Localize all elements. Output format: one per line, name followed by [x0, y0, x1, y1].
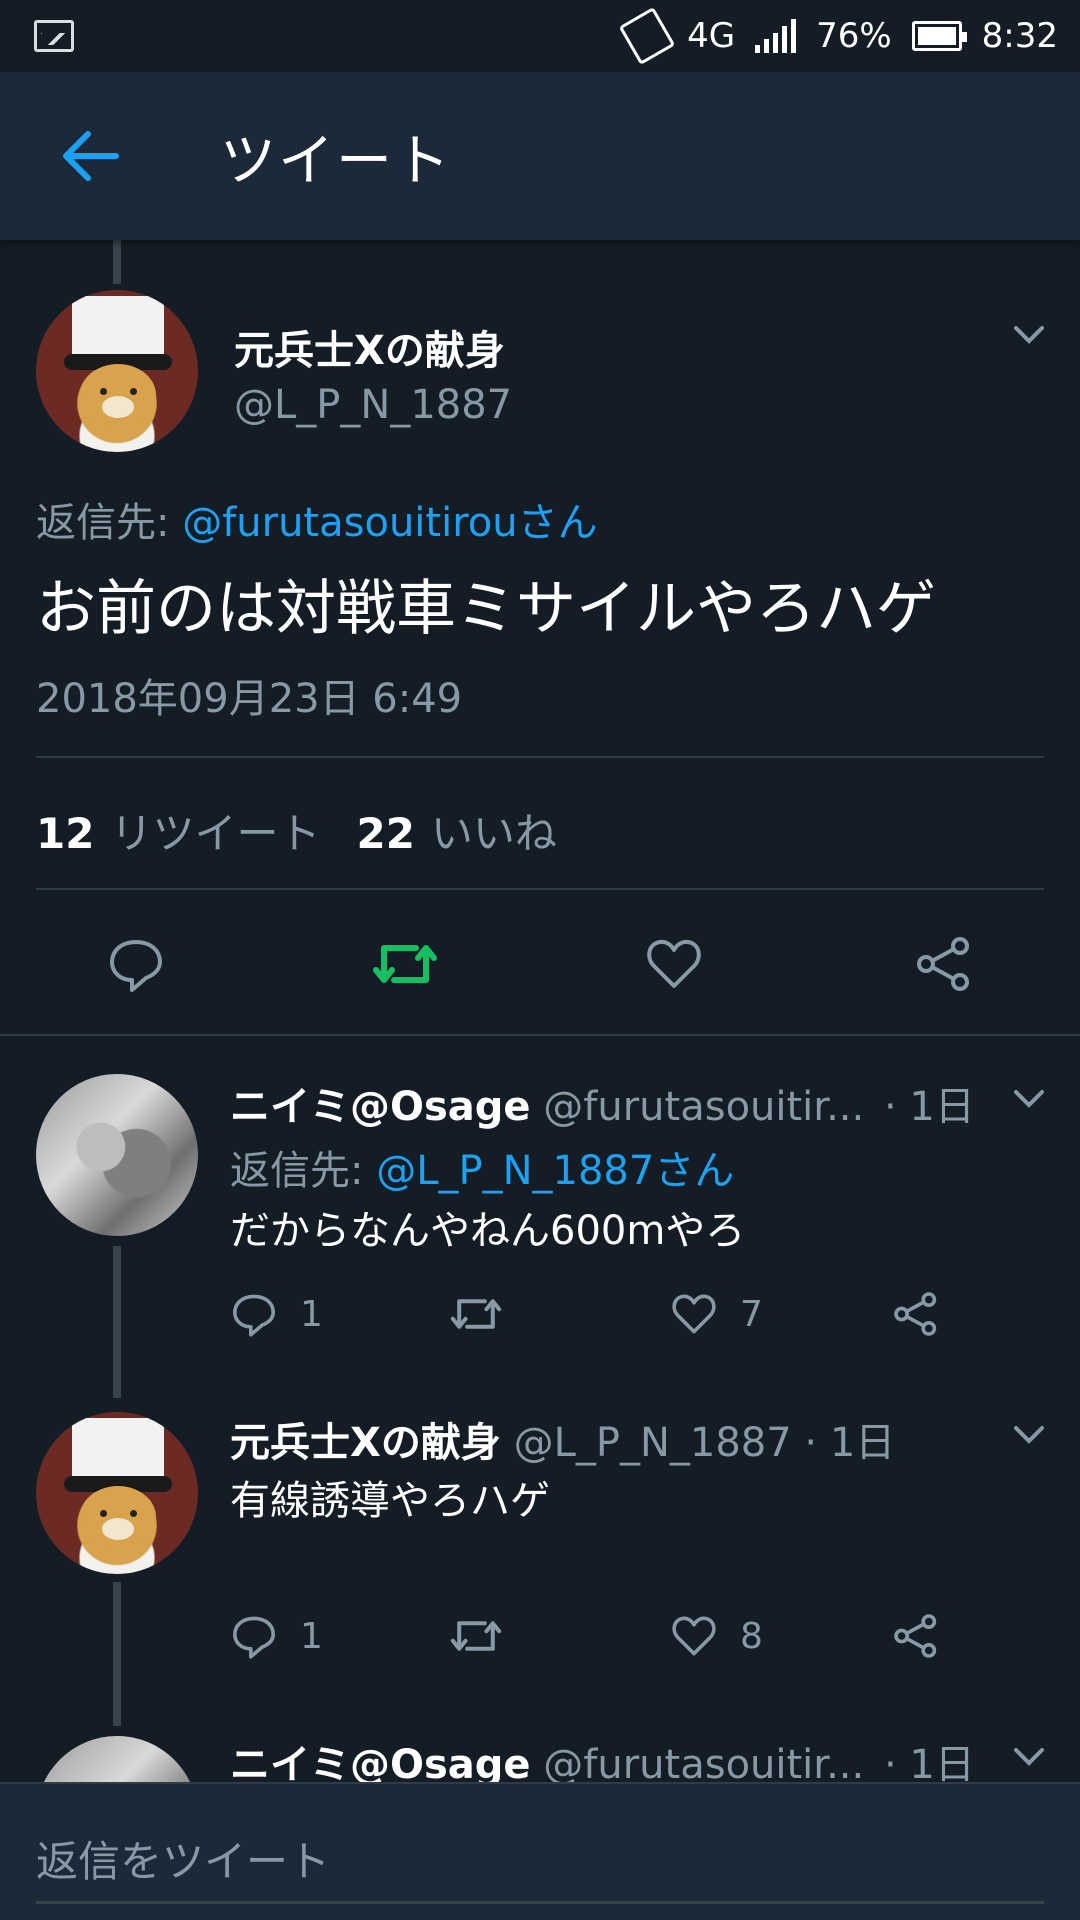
like-button[interactable]: [644, 934, 704, 994]
page-title: ツイート: [220, 128, 452, 194]
like-label: いいね: [430, 809, 557, 858]
reply-header: ニイミ@Osage @furutasouitir...: [230, 1074, 864, 1132]
reply-time: · 1日: [884, 1084, 975, 1130]
author-name[interactable]: 元兵士Xの献身: [234, 318, 505, 376]
share-button[interactable]: [892, 1290, 940, 1338]
author-handle[interactable]: @L_P_N_1887: [234, 382, 512, 428]
reply-icon: [110, 940, 162, 992]
heart-icon: [647, 939, 701, 988]
chevron-down-icon[interactable]: [1012, 1418, 1046, 1452]
retweet-icon: [450, 1621, 502, 1651]
author-name[interactable]: 元兵士Xの献身: [230, 1420, 501, 1466]
reply-button[interactable]: 1: [230, 1290, 323, 1338]
thread-line: [113, 1246, 121, 1398]
chevron-down-icon[interactable]: [1012, 1082, 1046, 1116]
author-name[interactable]: ニイミ@Osage: [230, 1084, 531, 1130]
retweet-icon: [373, 945, 437, 983]
chevron-down-icon[interactable]: [1012, 1740, 1046, 1774]
share-button[interactable]: [892, 1612, 940, 1660]
reply-icon: [233, 1294, 275, 1337]
author-handle[interactable]: @furutasouitir...: [543, 1084, 864, 1130]
reply-header: 元兵士Xの献身 @L_P_N_1887 · 1日: [230, 1410, 895, 1468]
clock: 8:32: [981, 16, 1058, 56]
retweet-button[interactable]: [448, 1612, 504, 1660]
reply-to: 返信先: @furutasouitirouさん: [36, 490, 598, 548]
divider: [0, 1034, 1080, 1036]
input-underline: [36, 1901, 1044, 1904]
heart-icon: [672, 1616, 716, 1656]
share-icon: [894, 1292, 937, 1336]
reply-text: 有線誘導やろハゲ: [230, 1478, 550, 1524]
share-icon: [894, 1614, 937, 1658]
chevron-down-icon[interactable]: [1012, 318, 1046, 352]
retweet-label: リツイート: [110, 809, 321, 858]
avatar[interactable]: [36, 1412, 198, 1574]
like-button[interactable]: 8: [670, 1612, 763, 1660]
network-type: 4G: [687, 16, 736, 56]
reply-input[interactable]: 返信をツイート: [36, 1828, 330, 1889]
tweet-text: お前のは対戦車ミサイルやろハゲ: [36, 574, 936, 644]
reply-icon: [233, 1616, 275, 1659]
divider: [36, 888, 1044, 890]
thread-line: [113, 240, 121, 284]
author-handle[interactable]: @L_P_N_1887: [514, 1420, 792, 1466]
reply-to-label: 返信先:: [36, 500, 183, 546]
heart-icon: [672, 1294, 716, 1334]
share-button[interactable]: [914, 934, 974, 994]
retweet-icon: [450, 1299, 502, 1329]
thread-line: [113, 1582, 121, 1726]
retweet-button[interactable]: [448, 1290, 504, 1338]
reply-to-mention[interactable]: @furutasouitirouさん: [182, 500, 597, 546]
divider: [36, 756, 1044, 758]
reply-to-mention[interactable]: @L_P_N_1887さん: [376, 1148, 734, 1194]
tweet-timestamp: 2018年09月23日 6:49: [36, 676, 463, 722]
vibrate-icon: [618, 6, 676, 66]
arrow-left-icon: [63, 131, 119, 181]
tweet-stats: 12 リツイート 22 いいね: [36, 800, 557, 861]
reply-count: 1: [300, 1615, 323, 1657]
reply-count: 1: [300, 1293, 323, 1335]
avatar[interactable]: [36, 290, 198, 452]
app-bar: ツイート: [0, 72, 1080, 240]
like-count: 8: [740, 1615, 763, 1657]
reply-composer[interactable]: 返信をツイート: [0, 1782, 1080, 1920]
like-count: 22: [356, 809, 415, 858]
battery-icon: [911, 21, 967, 51]
avatar[interactable]: [36, 1074, 198, 1236]
retweet-stat[interactable]: 12 リツイート: [36, 800, 320, 861]
battery-percent: 76%: [816, 16, 892, 56]
like-button[interactable]: 7: [670, 1290, 763, 1338]
retweet-count: 12: [36, 809, 95, 858]
reply-text: だからなんやねん600mやろ: [230, 1208, 746, 1254]
reply-to: 返信先: @L_P_N_1887さん: [230, 1138, 734, 1196]
share-icon: [917, 937, 969, 991]
reply-button[interactable]: [106, 934, 166, 994]
image-icon: [34, 20, 74, 52]
like-count: 7: [740, 1293, 763, 1335]
back-button[interactable]: [0, 72, 180, 240]
signal-icon: [755, 19, 797, 53]
reply-button[interactable]: 1: [230, 1612, 323, 1660]
reply-to-label: 返信先:: [230, 1148, 377, 1194]
like-stat[interactable]: 22 いいね: [356, 800, 556, 861]
retweet-button[interactable]: [370, 934, 440, 994]
status-bar: 4G 76% 8:32: [0, 0, 1080, 72]
reply-time: · 1日: [804, 1420, 896, 1466]
